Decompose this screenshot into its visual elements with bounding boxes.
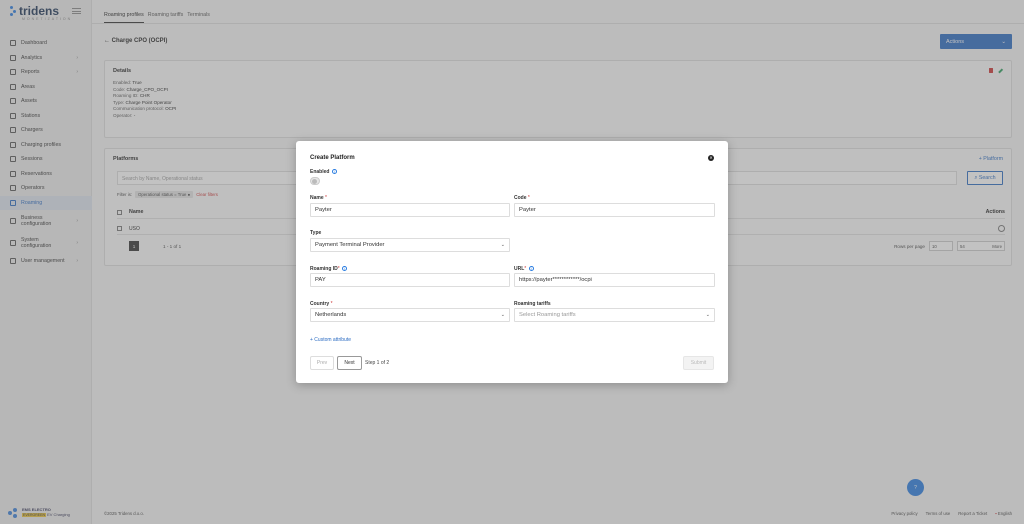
close-icon[interactable]: ✕ — [708, 155, 714, 161]
url-label: URL* i — [514, 266, 534, 272]
info-icon[interactable]: i — [528, 266, 534, 272]
create-platform-modal: Create Platform ✕ Enabled i Name * Payte… — [296, 141, 728, 383]
type-label: Type — [310, 230, 322, 236]
chevron-down-icon: ⌄ — [500, 312, 505, 318]
roaming-id-input[interactable]: PAY — [310, 273, 510, 287]
step-indicator: Step 1 of 2 — [365, 360, 390, 366]
name-input[interactable]: Payter — [310, 203, 510, 217]
chevron-down-icon: ⌄ — [500, 242, 505, 248]
roaming-tariffs-placeholder: Select Roaming tariffs — [519, 312, 576, 318]
required-mark: * — [337, 266, 340, 272]
next-button[interactable]: Next — [337, 356, 362, 370]
country-label: Country * — [310, 301, 333, 307]
info-icon[interactable]: i — [342, 266, 348, 272]
name-label-text: Name — [310, 195, 324, 201]
roaming-id-label: Roaming ID* i — [310, 266, 348, 272]
enabled-label: Enabled i — [310, 169, 337, 175]
code-label-text: Code — [514, 195, 527, 201]
enabled-label-text: Enabled — [310, 169, 330, 175]
type-value: Payment Terminal Provider — [315, 242, 385, 248]
required-mark: * — [330, 301, 333, 307]
submit-button[interactable]: Submit — [683, 356, 714, 370]
code-label: Code * — [514, 195, 530, 201]
url-label-text: URL — [514, 266, 525, 272]
country-value: Netherlands — [315, 312, 347, 318]
custom-attribute-button[interactable]: + Custom attribute — [310, 337, 351, 343]
info-icon[interactable]: i — [331, 169, 337, 175]
country-label-text: Country — [310, 301, 330, 307]
required-mark: * — [325, 195, 327, 201]
modal-title: Create Platform — [310, 155, 355, 161]
required-mark: * — [524, 266, 527, 272]
prev-button[interactable]: Prev — [310, 356, 334, 370]
roaming-tariffs-label: Roaming tariffs — [514, 301, 551, 307]
country-select[interactable]: Netherlands ⌄ — [310, 308, 510, 322]
url-input[interactable]: https://payter************/ocpi — [514, 273, 715, 287]
chevron-down-icon: ⌄ — [705, 312, 710, 318]
enabled-toggle[interactable] — [310, 177, 320, 185]
required-mark: * — [527, 195, 530, 201]
roaming-id-label-text: Roaming ID — [310, 266, 338, 272]
roaming-tariffs-select[interactable]: Select Roaming tariffs ⌄ — [514, 308, 715, 322]
name-label: Name * — [310, 195, 327, 201]
type-select[interactable]: Payment Terminal Provider ⌄ — [310, 238, 510, 252]
code-input[interactable]: Payter — [514, 203, 715, 217]
